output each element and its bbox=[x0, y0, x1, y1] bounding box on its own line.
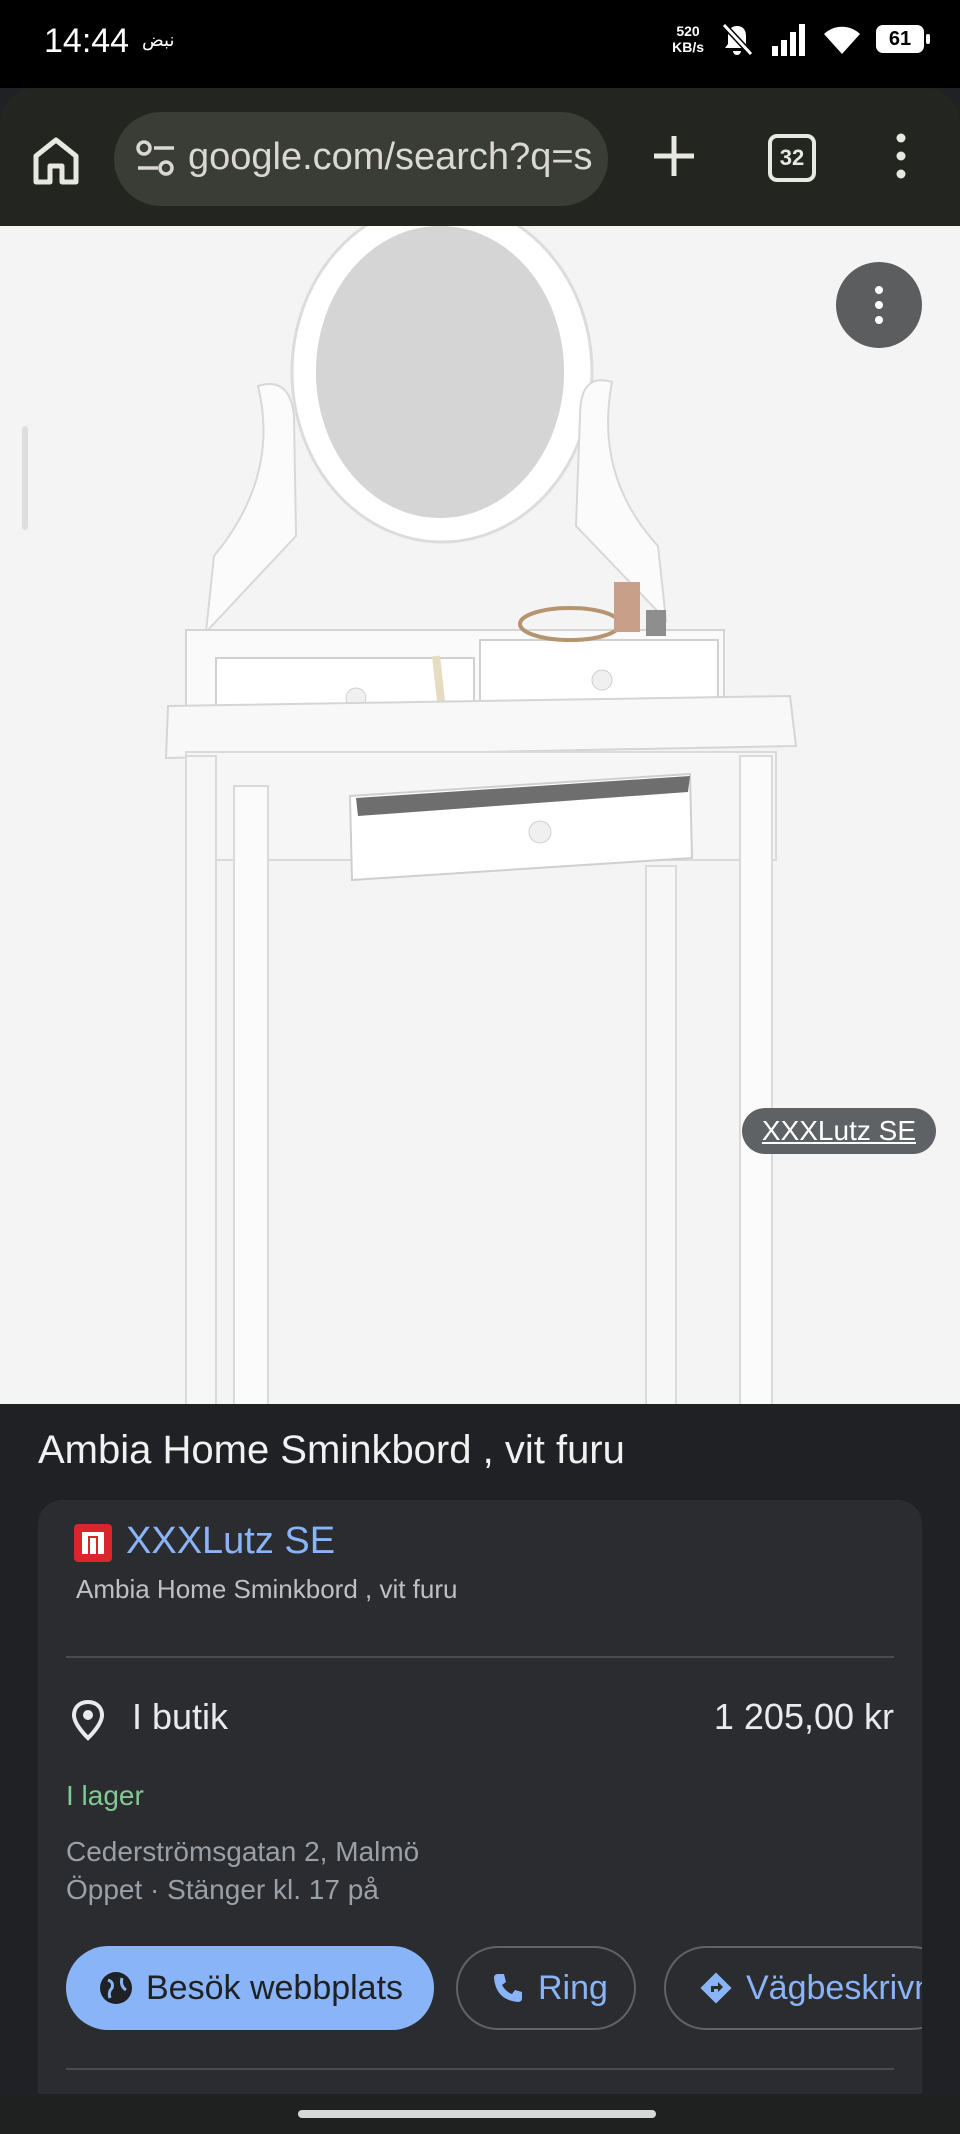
location-pin-icon bbox=[71, 1699, 105, 1741]
status-bar: 14:44 نبض 520 KB/s 61 bbox=[0, 0, 960, 88]
status-time: 14:44 bbox=[44, 22, 130, 60]
more-vert-icon[interactable] bbox=[886, 130, 916, 182]
store-label: I butik bbox=[132, 1696, 229, 1737]
stock-status: I lager bbox=[66, 1780, 144, 1811]
visit-website-button[interactable]: Besök webbplats bbox=[66, 1946, 434, 2030]
more-vert-icon bbox=[875, 286, 883, 324]
home-icon[interactable] bbox=[28, 132, 84, 188]
network-speed: 520 KB/s bbox=[672, 23, 704, 55]
divider bbox=[66, 2068, 894, 2070]
phone-icon bbox=[494, 1974, 522, 2002]
status-icons: 520 KB/s 61 bbox=[672, 20, 930, 58]
call-button[interactable]: Ring bbox=[456, 1946, 636, 2030]
home-gesture-bar[interactable] bbox=[298, 2110, 656, 2118]
product-image-viewer[interactable] bbox=[0, 226, 960, 1404]
network-speed-unit: KB/s bbox=[672, 39, 704, 55]
seller-card: XXXLutz SE Ambia Home Sminkbord , vit fu… bbox=[38, 1500, 922, 2120]
globe-icon bbox=[100, 1972, 132, 2004]
image-source-link[interactable]: XXXLutz SE bbox=[741, 1108, 936, 1154]
store-address: Cederströmsgatan 2, Malmö bbox=[66, 1836, 420, 1867]
seller-logo bbox=[74, 1524, 112, 1562]
mute-icon bbox=[721, 22, 754, 57]
price: 1 205,00 kr bbox=[713, 1696, 894, 1737]
directions-label: Vägbeskrivn bbox=[746, 1968, 922, 2007]
visit-website-label: Besök webbplats bbox=[146, 1968, 404, 2007]
battery-icon: 61 bbox=[876, 25, 930, 53]
store-hours: Öppet · Stänger kl. 17 på bbox=[66, 1874, 379, 1905]
tab-switcher-button[interactable]: 32 bbox=[768, 134, 816, 182]
status-extra-text: نبض bbox=[142, 30, 175, 50]
battery-level: 61 bbox=[888, 27, 912, 50]
signal-icon bbox=[772, 24, 805, 56]
new-tab-icon[interactable] bbox=[648, 130, 700, 182]
seller-product-name: Ambia Home Sminkbord , vit furu bbox=[76, 1574, 458, 1604]
action-buttons: Besök webbplats Ring Vägbeskrivn bbox=[66, 1946, 922, 2032]
address-bar[interactable]: google.com/search?q=s bbox=[114, 112, 608, 206]
tab-count: 32 bbox=[779, 145, 805, 170]
site-settings-icon[interactable] bbox=[134, 136, 178, 180]
wifi-icon bbox=[824, 26, 860, 54]
directions-icon bbox=[700, 1972, 732, 2004]
call-label: Ring bbox=[538, 1968, 608, 2007]
browser-toolbar: google.com/search?q=s 32 bbox=[0, 88, 960, 226]
product-image bbox=[164, 226, 798, 1404]
seller-name-link[interactable]: XXXLutz SE bbox=[126, 1520, 335, 1563]
image-options-button[interactable] bbox=[836, 262, 922, 348]
product-title: Ambia Home Sminkbord , vit furu bbox=[38, 1428, 625, 1472]
network-speed-value: 520 bbox=[676, 23, 700, 39]
seller-logo-icon bbox=[82, 1532, 104, 1554]
divider bbox=[66, 1656, 894, 1658]
url-text[interactable]: google.com/search?q=s bbox=[188, 136, 593, 179]
directions-button[interactable]: Vägbeskrivn bbox=[664, 1946, 922, 2030]
